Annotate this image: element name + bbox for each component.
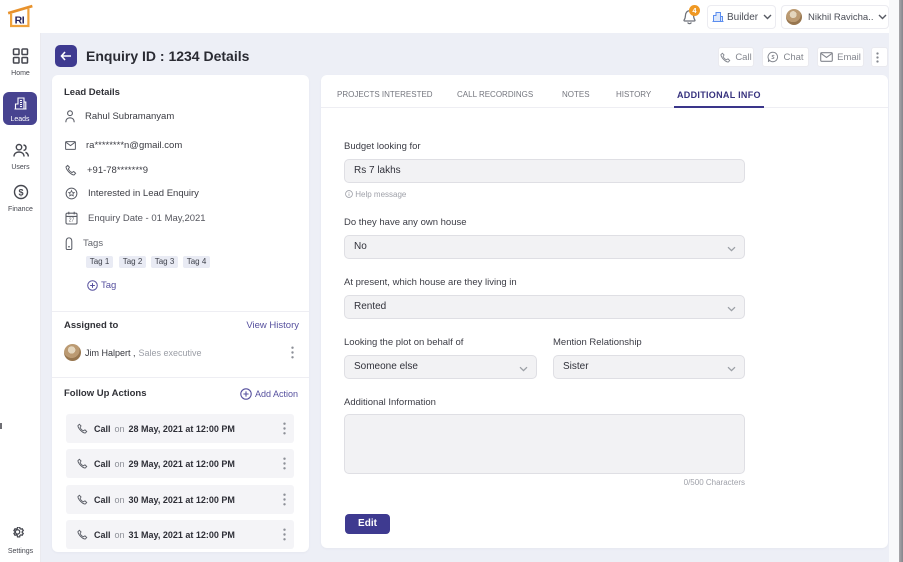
svg-text:RI: RI [15, 14, 25, 26]
svg-text:27: 27 [69, 218, 75, 224]
svg-text:$: $ [18, 187, 23, 197]
